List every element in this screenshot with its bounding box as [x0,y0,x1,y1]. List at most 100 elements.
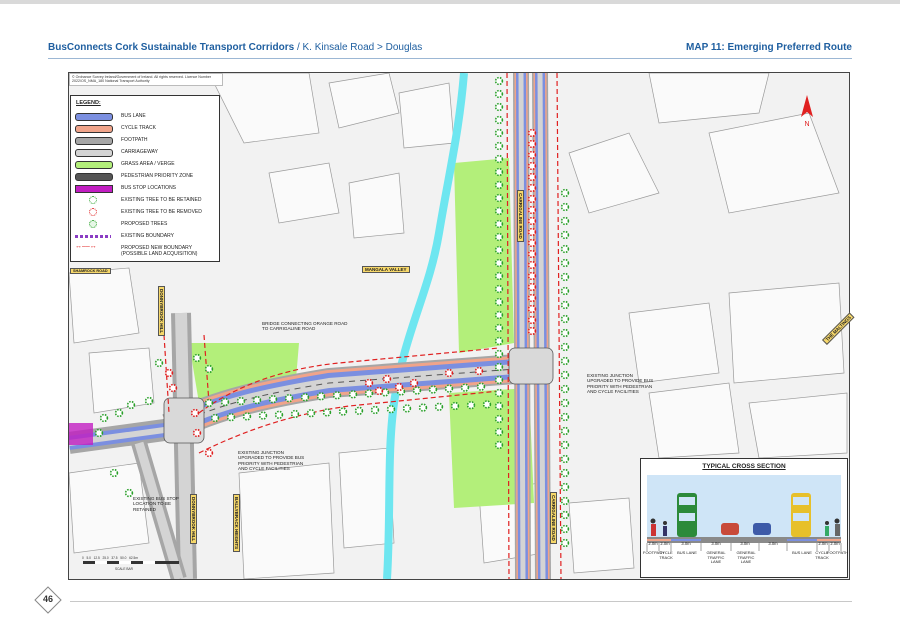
tree-retained-marker [476,382,486,391]
tree-removed-marker [364,378,374,388]
tree-retained-marker [560,454,570,464]
tree-retained-marker [434,402,444,411]
tree-retained-marker [560,286,570,296]
tree-retained-marker [560,314,570,324]
junction-east-note: EXISTING JUNCTION UPGRADED TO PROVIDE BU… [587,373,654,395]
tree-retained-marker [386,405,396,414]
label-cycle-left: CYCLE TRACK [659,550,673,560]
legend-item-existing-boundary: EXISTING BOUNDARY [75,232,217,241]
tree-retained-marker [494,323,504,333]
tree-retained-marker [236,396,246,406]
tree-retained-marker [332,391,342,400]
label-shamrock-road: SHAMROCK ROAD [70,268,111,274]
cross-section-drawing [646,475,842,551]
tree-retained-marker [494,414,504,424]
tree-removed-marker [527,315,537,325]
legend-item-grass: GRASS AREA / VERGE [75,160,217,169]
tree-retained-marker [560,370,570,380]
tree-retained-marker [258,411,268,420]
tree-removed-marker [527,282,537,292]
tree-retained-marker [494,102,504,112]
width-traffic-left: 3.0m [711,541,721,546]
tree-retained-marker [316,392,326,401]
tree-retained-marker [126,400,136,410]
tree-retained-marker [560,412,570,422]
label-carrigaline-road-top: CARRIGALINE ROAD [517,190,524,242]
route-name: / K. Kinsale Road > Douglas [294,42,423,53]
tree-retained-marker [494,336,504,346]
north-arrow-icon: N [801,95,813,127]
tree-retained-marker [560,230,570,240]
tree-removed-marker [192,428,202,438]
tree-retained-marker [124,488,134,498]
tree-retained-marker [560,440,570,450]
tree-retained-marker [144,396,154,406]
legend-item-tree-retained: EXISTING TREE TO BE RETAINED [75,196,217,205]
tree-removed-marker [527,326,537,336]
tree-retained-marker [252,395,262,405]
tree-retained-marker [494,297,504,307]
label-bus-left: BUS LANE [677,550,697,555]
tree-removed-marker [474,366,484,376]
tree-retained-marker [482,400,492,409]
tree-removed-marker [527,216,537,226]
tree-retained-marker [494,284,504,294]
width-cycle-right: 2.0m [818,541,828,546]
tree-retained-marker [494,440,504,450]
tree-retained-marker [322,408,332,417]
tree-retained-marker [494,388,504,398]
tree-retained-marker [494,232,504,242]
tree-retained-marker [466,401,476,410]
tree-removed-marker [527,172,537,182]
tree-retained-marker [402,404,412,413]
legend: LEGEND: BUS LANE CYCLE TRACK FOOTPATH CA… [70,95,220,262]
tree-retained-marker [412,386,422,395]
tree-retained-marker [494,310,504,320]
tree-retained-marker [494,362,504,372]
tree-retained-marker [348,390,358,399]
tree-retained-marker [154,358,164,368]
footer-rule [70,601,852,602]
tree-removed-marker [527,128,537,138]
tree-retained-marker [370,405,380,415]
tree-retained-marker [560,482,570,492]
tree-retained-marker [494,115,504,125]
legend-item-tree-removed: EXISTING TREE TO BE REMOVED [75,208,217,217]
tree-retained-marker [560,384,570,394]
tree-retained-marker [306,409,316,418]
label-donnybrook-hill-top: DONNYBROOK HILL [158,286,165,337]
tree-removed-marker [527,227,537,237]
tree-retained-marker [460,383,470,392]
tree-retained-marker [560,188,570,198]
tree-removed-marker [527,260,537,270]
tree-retained-marker [242,412,252,421]
tree-retained-marker [274,410,284,419]
tree-retained-marker [560,244,570,254]
tree-retained-marker [560,342,570,352]
tree-retained-marker [494,258,504,268]
cross-section-panel: TYPICAL CROSS SECTION 2.0m 2.0m 3.0m 3.0… [640,458,848,578]
tree-removed-marker [527,293,537,303]
tree-retained-marker [204,364,214,374]
width-bus-left: 3.0m [681,541,691,546]
tree-retained-marker [226,413,236,422]
legend-item-footpath: FOOTPATH [75,136,217,145]
tree-removed-marker [444,368,454,378]
label-footpath-right: FOOTPATH [827,550,849,555]
tree-retained-marker [494,245,504,255]
tree-removed-marker [527,194,537,204]
legend-item-pedestrian-zone: PEDESTRIAN PRIORITY ZONE [75,172,217,181]
tree-retained-marker [192,353,202,363]
legend-item-bus-stop: BUS STOP LOCATIONS [75,184,217,193]
tree-retained-marker [494,141,504,151]
legend-item-proposed-trees: PROPOSED TREES [75,220,217,229]
width-traffic-right: 3.0m [740,541,750,546]
junction-west-note: EXISTING JUNCTION UPGRADED TO PROVIDE BU… [238,450,305,472]
tree-retained-marker [364,389,374,398]
tree-retained-marker [210,413,220,423]
tree-removed-marker [168,383,178,393]
tree-retained-marker [560,496,570,506]
tree-retained-marker [560,300,570,310]
width-footpath-right: 2.0m [830,541,840,546]
label-donnybrook-hill-bottom: DONNYBROOK HILL [190,494,197,545]
